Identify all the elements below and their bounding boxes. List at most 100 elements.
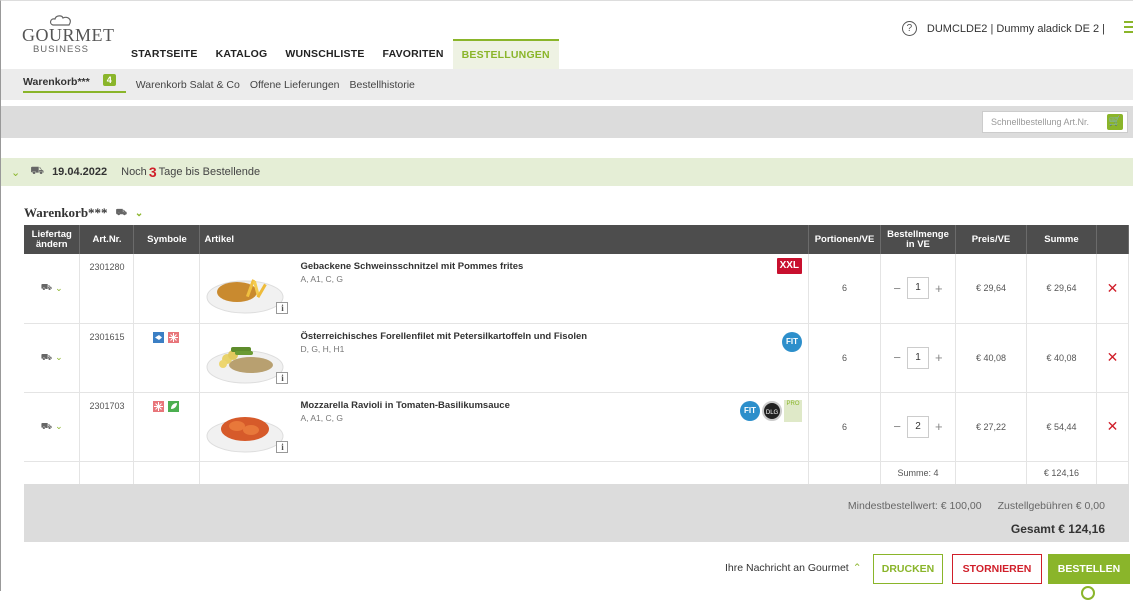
chevron-down-icon[interactable]: ⌄ — [11, 166, 20, 179]
info-icon[interactable]: i — [276, 302, 289, 315]
truck-icon: ⛟ — [40, 351, 53, 362]
minus-icon[interactable]: − — [893, 281, 901, 296]
fit-badge-icon: FIT — [740, 400, 761, 421]
brand-logo[interactable]: GOURMET BUSINESS — [22, 15, 115, 55]
delivery-bar[interactable]: ⌄ ⛟ 19.04.2022 Noch 3 Tage bis Bestellen… — [1, 158, 1133, 186]
cart-title-text: Warenkorb*** — [24, 205, 108, 220]
nav-wunschliste[interactable]: WUNSCHLISTE — [276, 39, 373, 69]
sum-row: Summe: 4 € 124,16 — [24, 461, 1130, 486]
message-label: Ihre Nachricht an Gourmet — [725, 562, 849, 574]
price: € 27,22 — [955, 392, 1027, 462]
help-chat-icon[interactable] — [1081, 586, 1095, 600]
truck-icon: ⛟ — [30, 165, 45, 177]
chevron-down-icon: ⌄ — [55, 282, 63, 293]
minus-icon[interactable]: − — [893, 419, 901, 434]
quick-order-placeholder: Schnellbestellung Art.Nr. — [991, 117, 1090, 127]
article-name[interactable]: Gebackene Schweinsschnitzel mit Pommes f… — [300, 261, 523, 272]
fit-badge-icon: FIT — [782, 331, 803, 352]
xxl-badge-icon: XXL — [776, 258, 803, 275]
truck-icon[interactable]: ⛟ — [116, 207, 127, 219]
art-nr: 2301615 — [79, 323, 135, 393]
change-day-cell[interactable]: ⛟ ⌄ — [24, 323, 81, 393]
plus-icon[interactable]: + — [935, 281, 943, 296]
chevron-down-icon: ⌄ — [55, 352, 63, 362]
allergens: A, A1, C, G — [300, 274, 343, 285]
user-box: ? DUMCLDE2 | Dummy aladick DE 2 | — [901, 21, 1105, 36]
subnav-order-history[interactable]: Bestellhistorie — [350, 79, 415, 91]
quantity-stepper: − 1 + — [880, 323, 956, 393]
minus-icon[interactable]: − — [893, 350, 901, 365]
subnav-salad-cart[interactable]: Warenkorb Salat & Co — [136, 79, 240, 91]
quantity-input[interactable]: 2 — [907, 415, 929, 438]
nav-katalog[interactable]: KATALOG — [207, 39, 277, 69]
change-day-cell[interactable]: ⛟ ⌄ — [24, 254, 81, 324]
sum-total: € 124,16 — [1026, 461, 1097, 486]
table-row: ⛟ ⌄ 2301703 i Mozzarella Ravioli in Tomat… — [24, 392, 1130, 462]
delete-icon[interactable]: ✕ — [1096, 392, 1130, 462]
article-name[interactable]: Österreichisches Forellenfilet mit Peter… — [300, 331, 587, 342]
frozen-symbol-icon — [168, 331, 180, 343]
portions: 6 — [808, 323, 882, 393]
delete-icon[interactable]: ✕ — [1096, 254, 1130, 324]
subnav-cart-label: Warenkorb*** — [23, 76, 90, 88]
col-summe: Summe — [1026, 225, 1097, 254]
article-name[interactable]: Mozzarella Ravioli in Tomaten-Basilikums… — [300, 400, 509, 411]
quick-order-input[interactable]: Schnellbestellung Art.Nr. 🛒 — [982, 111, 1128, 133]
nav-favoriten[interactable]: FAVORITEN — [374, 39, 453, 69]
symbols-cell — [133, 392, 201, 462]
info-icon[interactable]: i — [276, 371, 289, 384]
symbols-cell — [133, 254, 201, 324]
deadline-days: 3 — [148, 164, 157, 180]
col-artikel: Artikel — [199, 225, 810, 254]
info-icon[interactable]: i — [276, 440, 289, 453]
subnav-open-deliveries[interactable]: Offene Lieferungen — [250, 79, 340, 91]
col-liefertag: Liefertag ändern — [24, 225, 81, 254]
nav-startseite[interactable]: STARTSEITE — [122, 39, 207, 69]
deadline-suffix: Tage bis Bestellende — [158, 166, 261, 178]
brand-line1: GOURMET — [22, 25, 115, 45]
plus-icon[interactable]: + — [935, 350, 943, 365]
row-sum: € 29,64 — [1026, 254, 1097, 324]
nav-bestellungen[interactable]: BESTELLUNGEN — [452, 39, 559, 69]
dish-image[interactable] — [205, 402, 285, 454]
menu-icon[interactable] — [1124, 21, 1133, 36]
min-order-value: Mindestbestellwert: € 100,00 — [847, 500, 982, 512]
deadline-prefix: Noch — [121, 166, 147, 178]
brand-line2: BUSINESS — [32, 44, 90, 55]
quantity-input[interactable]: 1 — [907, 277, 929, 300]
subnav-cart[interactable]: Warenkorb*** 4 — [23, 74, 126, 93]
user-label[interactable]: DUMCLDE2 | Dummy aladick DE 2 | — [927, 23, 1105, 35]
order-button[interactable]: BESTELLEN — [1048, 554, 1130, 584]
cart-icon[interactable]: 🛒 — [1107, 114, 1123, 130]
portions: 6 — [808, 392, 882, 462]
chevron-down-icon[interactable]: ⌄ — [135, 208, 143, 219]
quantity-stepper: − 2 + — [880, 392, 956, 462]
cart-title: Warenkorb*** ⛟ ⌄ — [24, 205, 143, 221]
quantity-input[interactable]: 1 — [907, 346, 929, 369]
truck-icon: ⛟ — [40, 282, 53, 293]
dish-image[interactable] — [205, 263, 285, 315]
cart-table: Liefertag ändern Art.Nr. Symbole Artikel… — [24, 225, 1130, 486]
cancel-button[interactable]: STORNIEREN — [952, 554, 1042, 584]
price: € 29,64 — [955, 254, 1027, 324]
header: GOURMET BUSINESS STARTSEITE KATALOG WUNS… — [1, 1, 1133, 69]
plus-icon[interactable]: + — [935, 419, 943, 434]
summary-bar: Mindestbestellwert: € 100,00 Zustellgebü… — [24, 484, 1129, 542]
pro-badge-icon: PRO — [784, 399, 803, 422]
delivery-fee: Zustellgebühren € 0,00 — [997, 500, 1105, 512]
row-sum: € 54,44 — [1026, 392, 1097, 462]
delete-icon[interactable]: ✕ — [1096, 323, 1130, 393]
allergens: A, A1, C, G — [300, 412, 343, 423]
dish-image[interactable] — [205, 333, 285, 385]
article-cell: i Österreichisches Forellenfilet mit Pet… — [199, 323, 810, 393]
print-button[interactable]: DRUCKEN — [873, 554, 943, 584]
change-day-cell[interactable]: ⛟ ⌄ — [24, 392, 81, 462]
message-toggle[interactable]: Ihre Nachricht an Gourmet ⌃ — [725, 562, 862, 574]
col-preis: Preis/VE — [955, 225, 1027, 254]
fish-symbol-icon — [152, 331, 164, 343]
grand-total: Gesamt € 124,16 — [1010, 522, 1105, 536]
sum-quantity: Summe: 4 — [880, 461, 956, 486]
search-bar: Schnellbestellung Art.Nr. 🛒 — [1, 106, 1133, 138]
help-icon[interactable]: ? — [901, 21, 917, 36]
frozen-symbol-icon — [152, 400, 164, 412]
